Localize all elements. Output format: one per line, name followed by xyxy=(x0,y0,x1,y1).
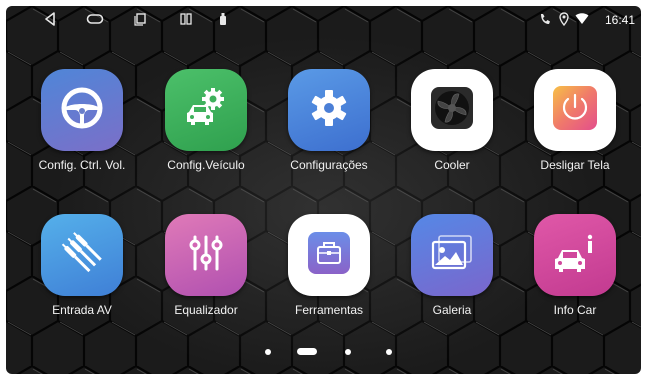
page-dot-active[interactable] xyxy=(297,348,317,355)
app-label: Config. Ctrl. Vol. xyxy=(38,158,126,172)
app-tile[interactable] xyxy=(165,214,247,296)
app-desligar-tela[interactable]: Desligar Tela xyxy=(520,69,630,172)
app-ferramentas[interactable]: Ferramentas xyxy=(274,214,384,317)
app-tile[interactable] xyxy=(534,214,616,296)
app-equalizador[interactable]: Equalizador xyxy=(151,214,261,317)
status-bar: 16:41 xyxy=(6,6,641,34)
wifi-icon xyxy=(575,12,589,26)
launcher-screen: 16:41 Config. Ctrl. Vol. Config.Veículo … xyxy=(6,6,641,374)
home-icon[interactable] xyxy=(86,12,104,26)
app-label: Desligar Tela xyxy=(540,158,610,172)
app-tile[interactable] xyxy=(41,69,123,151)
fan-icon xyxy=(430,86,474,135)
app-info-car[interactable]: Info Car xyxy=(520,214,630,317)
gear-icon xyxy=(309,88,349,133)
app-config-veiculo[interactable]: Config.Veículo xyxy=(151,69,261,172)
split-screen-icon[interactable] xyxy=(180,12,192,26)
app-label: Entrada AV xyxy=(52,303,112,317)
app-tile[interactable] xyxy=(165,69,247,151)
app-entrada-av[interactable]: Entrada AV xyxy=(27,214,137,317)
page-dot[interactable] xyxy=(345,349,351,355)
app-label: Configurações xyxy=(290,158,368,172)
page-dot[interactable] xyxy=(265,349,271,355)
clock: 16:41 xyxy=(604,13,635,27)
page-dot[interactable] xyxy=(386,349,392,355)
av-cable-icon xyxy=(60,231,104,280)
app-label: Ferramentas xyxy=(294,303,364,317)
phone-icon xyxy=(539,12,551,26)
steering-wheel-icon xyxy=(60,86,104,135)
app-label: Config.Veículo xyxy=(167,158,245,172)
back-icon[interactable] xyxy=(44,12,56,26)
equalizer-icon xyxy=(184,231,228,280)
app-tile[interactable] xyxy=(411,214,493,296)
car-gear-icon xyxy=(183,86,229,135)
recent-apps-icon[interactable] xyxy=(134,12,146,26)
page-indicator xyxy=(6,346,641,356)
app-tile[interactable] xyxy=(288,69,370,151)
app-tile[interactable] xyxy=(288,214,370,296)
app-config-ctrl-vol[interactable]: Config. Ctrl. Vol. xyxy=(27,69,137,172)
location-icon xyxy=(559,12,569,26)
app-tile[interactable] xyxy=(41,214,123,296)
app-label: Info Car xyxy=(553,303,597,317)
app-label: Equalizador xyxy=(174,303,238,317)
app-configuracoes[interactable]: Configurações xyxy=(274,69,384,172)
app-label: Galeria xyxy=(432,303,472,317)
usb-icon xyxy=(218,12,228,26)
app-tile[interactable] xyxy=(534,69,616,151)
car-info-icon xyxy=(552,231,598,280)
app-cooler[interactable]: Cooler xyxy=(397,69,507,172)
power-icon xyxy=(552,85,598,136)
app-label: Cooler xyxy=(434,158,470,172)
toolbox-icon xyxy=(306,230,352,281)
app-galeria[interactable]: Galeria xyxy=(397,214,507,317)
gallery-icon xyxy=(429,231,475,280)
app-tile[interactable] xyxy=(411,69,493,151)
